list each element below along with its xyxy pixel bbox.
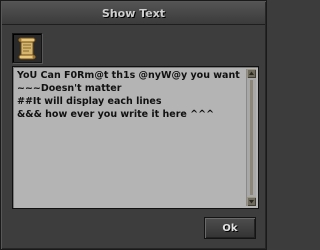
text-display-area[interactable]: YoU Can F0Rm@t th1s @nyW@y you want ~~~D… [12, 66, 259, 209]
scroll-down-arrow-icon[interactable] [247, 197, 256, 206]
vertical-scrollbar[interactable] [246, 69, 256, 206]
scroll-icon [12, 33, 42, 63]
ok-button[interactable]: Ok [204, 217, 256, 239]
scroll-track[interactable] [250, 80, 253, 195]
ok-button-label: Ok [222, 222, 238, 234]
text-content: YoU Can F0Rm@t th1s @nyW@y you want ~~~D… [17, 70, 240, 120]
show-text-dialog: Show Text YoU Can F0Rm@t th1s @nyW@y you… [0, 0, 267, 250]
title-bar[interactable]: Show Text [2, 2, 265, 25]
dialog-title: Show Text [101, 6, 166, 20]
scroll-up-arrow-icon[interactable] [247, 69, 256, 78]
